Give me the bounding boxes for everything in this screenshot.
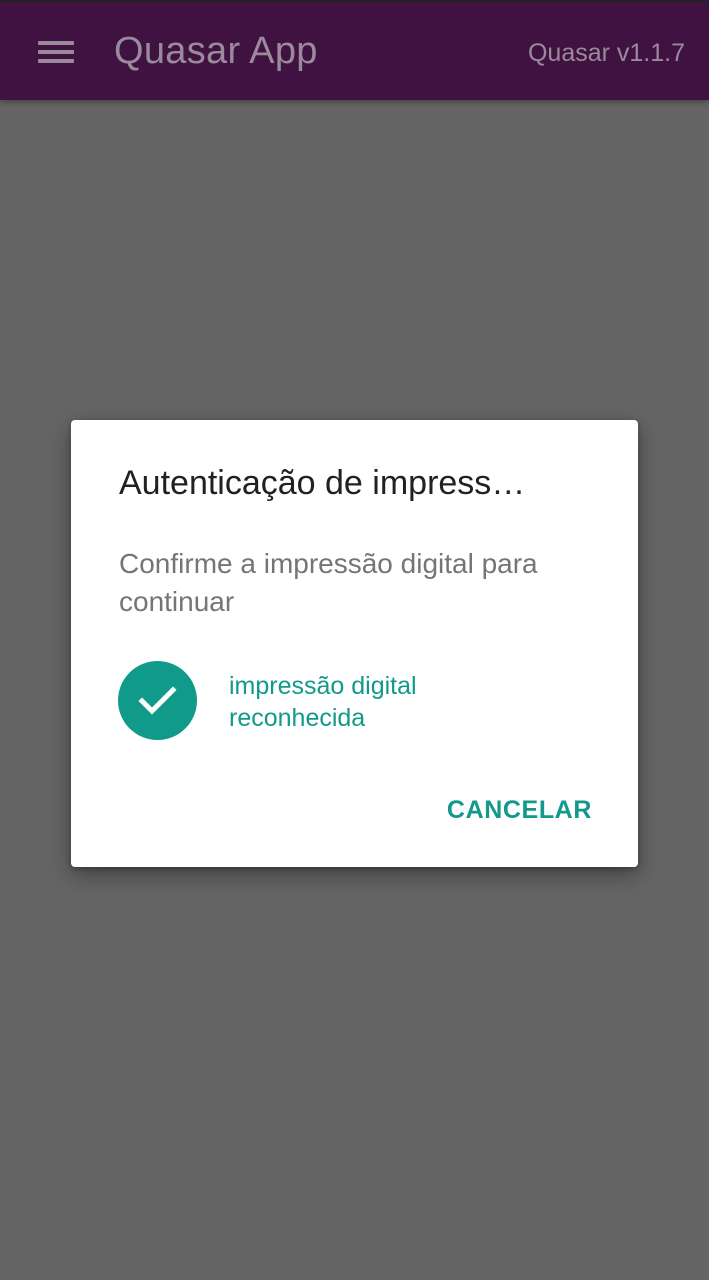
screen: Quasar App Quasar v1.1.7 Autenticação de… [0,0,709,1280]
status-text: impressão digital reconhecida [229,672,417,732]
dialog-title: Autenticação de impress… [119,464,526,502]
check-icon [118,661,197,740]
dialog-description: Confirme a impressão digital para contin… [119,548,538,617]
app-version: Quasar v1.1.7 [527,39,685,67]
fingerprint-dialog: Autenticação de impress… Confirme a impr… [71,420,638,867]
cancel-button[interactable]: CANCELAR [431,788,608,833]
app-title: Quasar App [114,30,318,72]
app-header: Quasar App Quasar v1.1.7 [0,0,709,100]
menu-button[interactable] [28,28,84,76]
